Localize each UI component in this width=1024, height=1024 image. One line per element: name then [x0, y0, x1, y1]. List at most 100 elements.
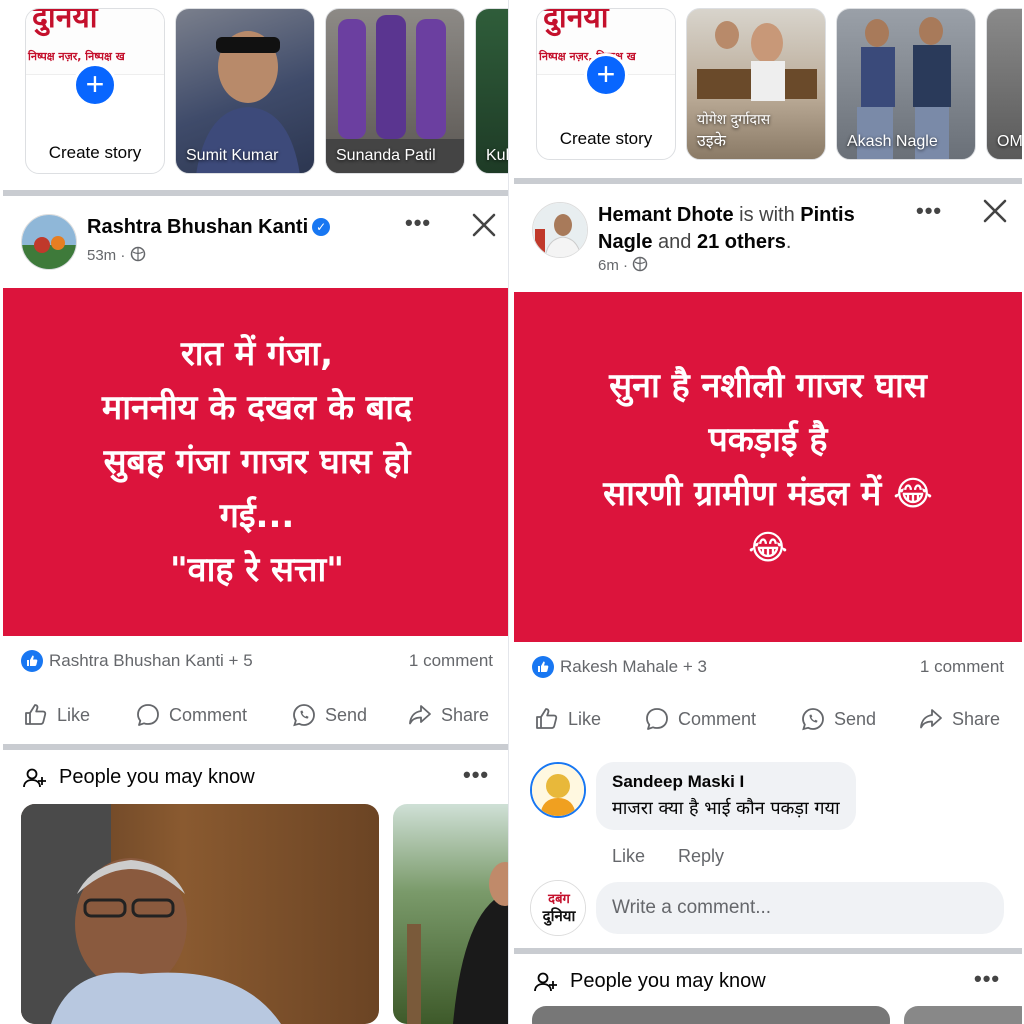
thumbs-up-icon: [536, 708, 558, 729]
suggested-person-card[interactable]: [532, 1006, 890, 1024]
tagged-person[interactable]: Pintis: [800, 204, 854, 226]
share-button[interactable]: Share: [918, 706, 1000, 732]
reactors-text[interactable]: Rakesh Mahale + 3: [560, 657, 707, 677]
with-text: is with: [733, 204, 801, 226]
plus-icon[interactable]: +: [584, 53, 628, 97]
like-label: Like: [568, 708, 602, 729]
send-label: Send: [834, 708, 877, 729]
story-card[interactable]: Kul: [475, 8, 511, 174]
like-reaction-icon: [21, 650, 43, 672]
post-text: सुना है नशीली गाजर घास पकड़ाई है सारणी ग…: [603, 366, 933, 568]
create-story-label: Create story: [48, 143, 142, 162]
tagged-person-cont[interactable]: Nagle: [598, 231, 652, 253]
commenter-avatar[interactable]: [530, 762, 586, 818]
post-text-background: रात में गंजा, माननीय के दखल के बाद सुबह …: [3, 288, 511, 636]
more-options-icon[interactable]: •••: [916, 198, 942, 224]
comment-label: Comment: [169, 704, 248, 725]
create-story-card[interactable]: दुनिया निष्पक्ष नज़र, निष्पक्ष ख + Creat…: [25, 8, 165, 174]
like-reaction-icon: [532, 656, 554, 678]
comment-like-link[interactable]: Like: [612, 846, 645, 867]
avatar[interactable]: [532, 202, 588, 258]
post-timestamp: 53m ·: [87, 246, 146, 264]
story-name: Akash Nagle: [847, 133, 938, 150]
whatsapp-icon: [802, 708, 824, 731]
post-author[interactable]: Hemant Dhote is with Pintis Nagle and 21 …: [598, 202, 918, 256]
reaction-summary[interactable]: Rakesh Mahale + 3 1 comment: [514, 646, 1022, 686]
post-header: Hemant Dhote is with Pintis Nagle and 21 …: [514, 184, 1022, 290]
reaction-summary[interactable]: Rashtra Bhushan Kanti + 5 1 comment: [3, 640, 511, 680]
suggested-person-card[interactable]: [904, 1006, 1022, 1024]
write-comment-field[interactable]: [596, 882, 1004, 934]
comment-button[interactable]: Comment: [644, 706, 756, 732]
author-name[interactable]: Hemant Dhote: [598, 204, 734, 226]
comment-input[interactable]: [596, 882, 1004, 934]
close-icon[interactable]: [469, 210, 499, 240]
send-label: Send: [325, 704, 368, 725]
story-card[interactable]: Sumit Kumar: [175, 8, 315, 174]
close-icon[interactable]: [980, 196, 1010, 226]
comment-button[interactable]: Comment: [135, 702, 247, 728]
comment-count[interactable]: 1 comment: [920, 657, 1004, 677]
whatsapp-icon: [293, 704, 315, 727]
post-timestamp: 6m ·: [598, 256, 648, 274]
verified-badge-icon: ✓: [312, 218, 331, 236]
avatar-image: [22, 215, 76, 269]
commenter-name[interactable]: Sandeep Maski I: [612, 772, 840, 792]
comment-text: माजरा क्या है भाई कौन पकड़ा गया: [612, 798, 840, 819]
like-button[interactable]: Like: [534, 706, 601, 732]
create-story-label: Create story: [559, 129, 653, 148]
more-options-icon[interactable]: •••: [974, 966, 1000, 992]
stories-tray: दुनिया निष्पक्ष नज़र, निष्पक्ष ख + Creat…: [514, 0, 1022, 178]
pymk-title: People you may know: [570, 970, 766, 992]
story-card[interactable]: Akash Nagle: [836, 8, 976, 160]
avatar-image: [533, 203, 587, 257]
comment-bubble: Sandeep Maski I माजरा क्या है भाई कौन पक…: [596, 762, 856, 830]
comment-reply-link[interactable]: Reply: [678, 846, 724, 867]
share-icon: [920, 709, 942, 729]
dabang-duniya-logo-icon: दबंग दुनिया: [531, 881, 585, 935]
post-text-background: सुना है नशीली गाजर घास पकड़ाई है सारणी ग…: [514, 292, 1022, 642]
timestamp-text: 6m ·: [598, 257, 628, 274]
story-card[interactable]: OM: [986, 8, 1022, 160]
right-feed-panel: दुनिया निष्पक्ष नज़र, निष्पक्ष ख + Creat…: [514, 0, 1022, 1024]
like-button[interactable]: Like: [23, 702, 90, 728]
create-story-card[interactable]: दुनिया निष्पक्ष नज़र, निष्पक्ष ख + Creat…: [536, 8, 676, 160]
send-button[interactable]: Send: [291, 702, 367, 728]
more-options-icon[interactable]: •••: [405, 210, 431, 236]
post-text: रात में गंजा, माननीय के दखल के बाद सुबह …: [101, 334, 413, 590]
globe-icon: [130, 246, 145, 262]
story-caption: योगेश दुर्गादास: [697, 112, 771, 128]
story-card[interactable]: Sunanda Patil: [325, 8, 465, 174]
svg-text:दबंग: दबंग: [547, 891, 570, 907]
tagged-others[interactable]: 21 others: [697, 231, 786, 253]
story-card[interactable]: योगेश दुर्गादास उइके: [686, 8, 826, 160]
current-user-avatar[interactable]: दबंग दुनिया: [530, 880, 586, 936]
and-text: and: [652, 231, 697, 253]
comment-count[interactable]: 1 comment: [409, 651, 493, 671]
story-name: Sumit Kumar: [186, 147, 279, 164]
people-icon: [23, 768, 46, 788]
avatar-image: [532, 764, 584, 816]
suggested-person-card[interactable]: [393, 804, 511, 1024]
like-label: Like: [57, 704, 91, 725]
share-label: Share: [441, 704, 490, 725]
post-author[interactable]: Rashtra Bhushan Kanti ✓: [87, 214, 331, 241]
period-text: .: [785, 231, 792, 253]
suggested-person-card[interactable]: [21, 804, 379, 1024]
send-button[interactable]: Send: [800, 706, 876, 732]
story-name: उइके: [697, 133, 726, 150]
svg-text:दुनिया: दुनिया: [542, 907, 577, 926]
banner-title: दुनिया: [32, 9, 98, 35]
share-label: Share: [952, 708, 1001, 729]
left-feed-panel: दुनिया निष्पक्ष नज़र, निष्पक्ष ख + Creat…: [3, 0, 511, 1024]
more-options-icon[interactable]: •••: [463, 762, 489, 788]
reactors-text[interactable]: Rashtra Bhushan Kanti + 5: [49, 651, 253, 671]
share-button[interactable]: Share: [407, 702, 489, 728]
author-name[interactable]: Rashtra Bhushan Kanti: [87, 216, 308, 238]
comment-label: Comment: [678, 708, 757, 729]
story-name: OM: [997, 133, 1022, 150]
story-name: Kul: [486, 147, 510, 164]
people-you-may-know-header: People you may know •••: [514, 954, 1022, 1004]
avatar[interactable]: [21, 214, 77, 270]
plus-icon[interactable]: +: [73, 63, 117, 107]
